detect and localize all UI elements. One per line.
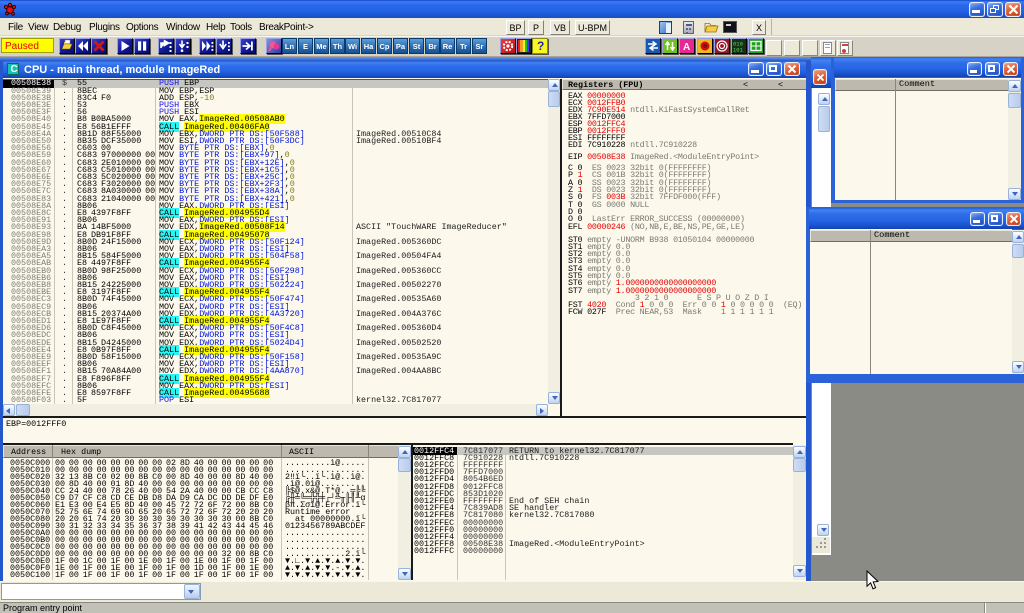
svg-text:101: 101 [733,47,744,54]
svg-text:A: A [683,42,690,53]
